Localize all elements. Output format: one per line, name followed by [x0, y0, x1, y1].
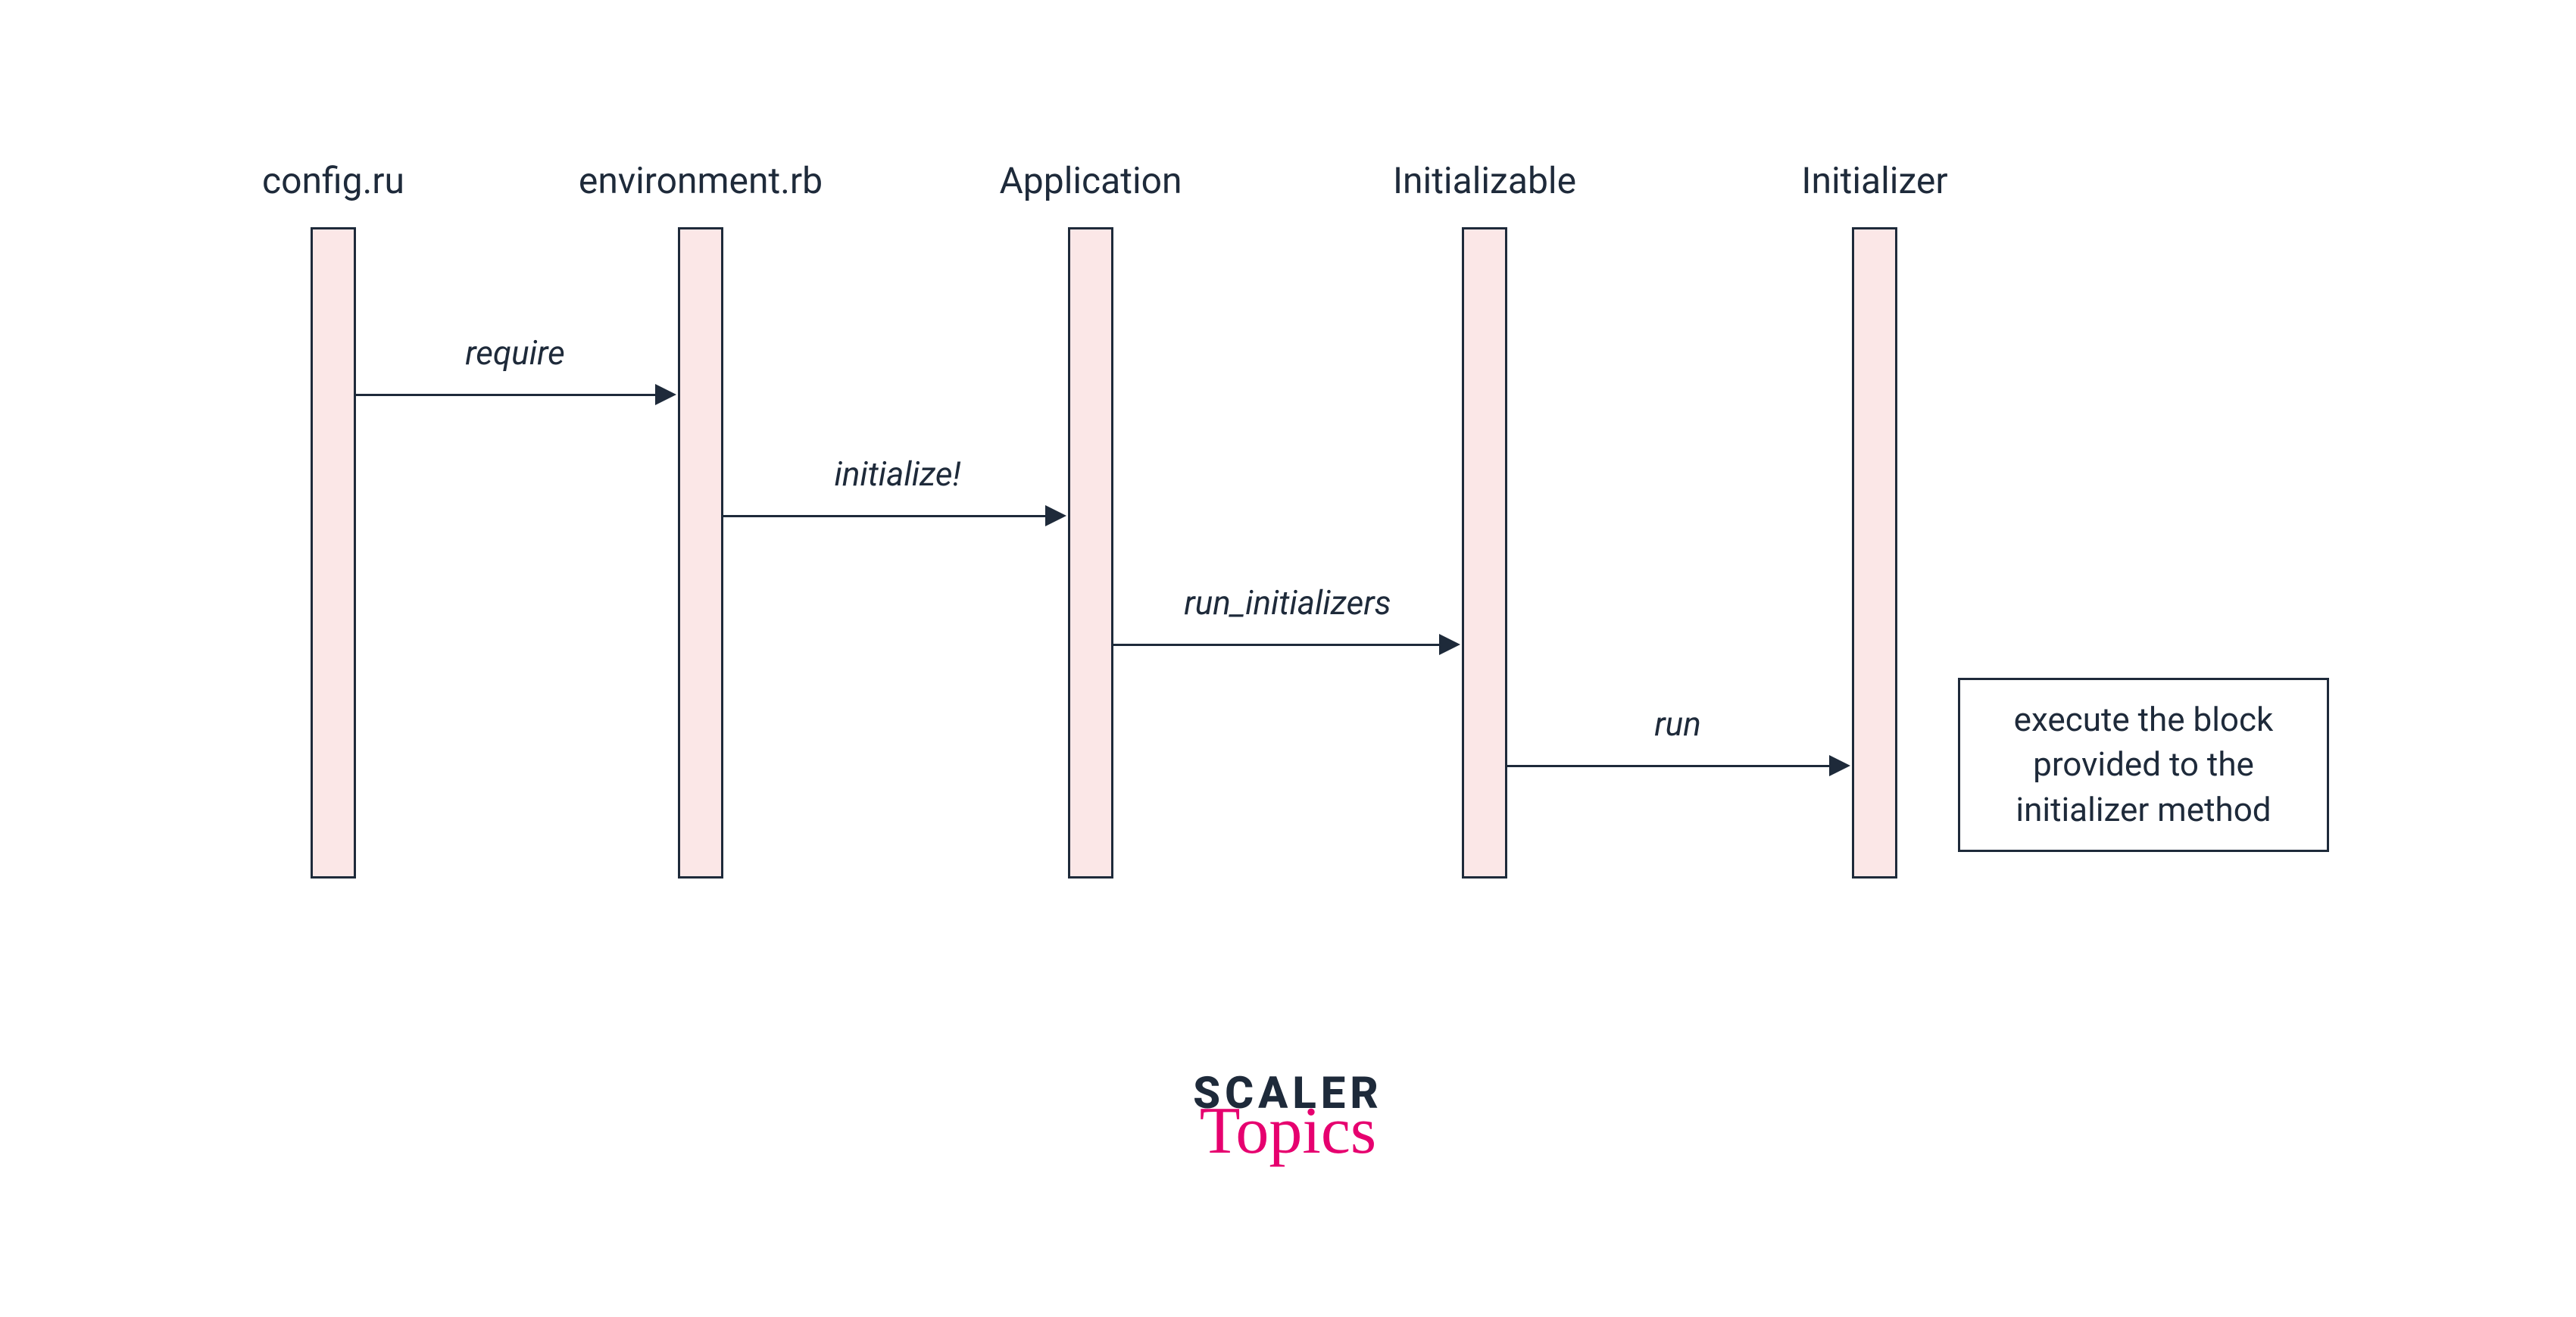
arrow-head-run	[1829, 755, 1850, 776]
arrow-head-initialize	[1045, 505, 1066, 526]
lifeline-bar-initializable	[1462, 227, 1507, 879]
message-label-runinitializers: run_initializers	[1184, 583, 1391, 623]
brand-logo: SCALER Topics	[1193, 1068, 1383, 1165]
arrow-head-require	[655, 384, 676, 405]
arrow-require	[356, 394, 655, 396]
lifeline-bar-initializer	[1852, 227, 1897, 879]
message-label-require: require	[465, 333, 565, 373]
lifeline-label-environment: environment.rb	[579, 159, 823, 202]
message-label-initialize: initialize!	[834, 454, 960, 494]
sequence-diagram: config.ru environment.rb Application Ini…	[0, 0, 2576, 1317]
lifeline-bar-environment	[678, 227, 723, 879]
lifeline-label-application: Application	[999, 159, 1182, 202]
logo-topics-text: Topics	[1193, 1098, 1383, 1165]
note-execute-block: execute the block provided to the initia…	[1958, 678, 2329, 852]
lifeline-bar-application	[1068, 227, 1113, 879]
message-label-run: run	[1654, 704, 1701, 744]
lifeline-bar-config	[311, 227, 356, 879]
lifeline-label-initializable: Initializable	[1393, 159, 1576, 202]
arrow-initialize	[723, 515, 1045, 517]
lifeline-label-initializer: Initializer	[1801, 159, 1947, 202]
arrow-run	[1507, 765, 1829, 767]
arrow-runinitializers	[1113, 644, 1439, 646]
arrow-head-runinitializers	[1439, 634, 1460, 655]
lifeline-label-config: config.ru	[262, 159, 404, 202]
